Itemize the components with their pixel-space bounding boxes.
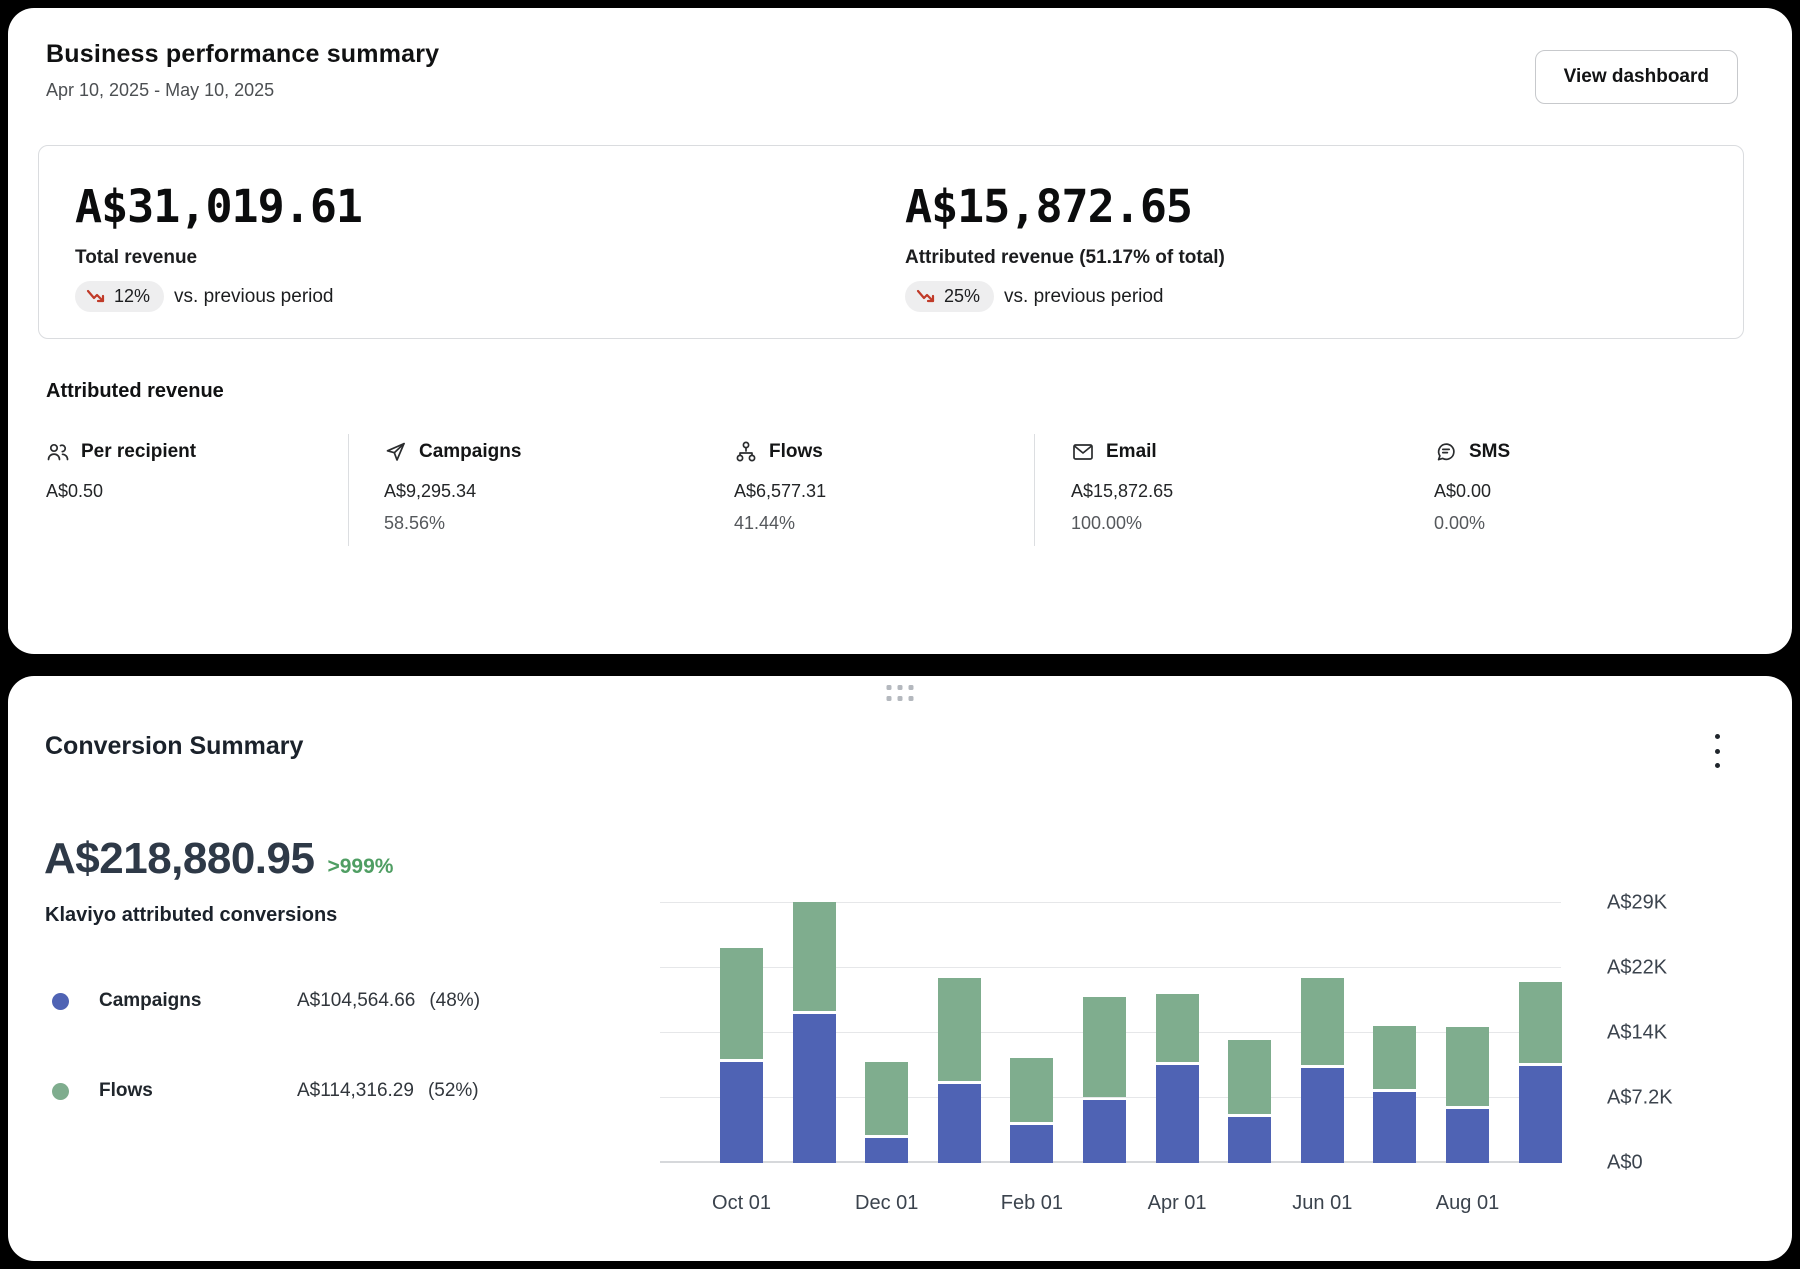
campaigns-label: Campaigns	[419, 441, 521, 463]
total-revenue-value: A$31,019.61	[75, 180, 362, 233]
bar-segment-flows[interactable]	[1373, 1026, 1416, 1089]
per-recipient-column: Per recipient A$0.50	[46, 440, 196, 502]
bar-segment-campaigns[interactable]	[1373, 1092, 1416, 1163]
sms-value: A$0.00	[1434, 481, 1510, 502]
legend-flows-value: A$114,316.29(52%)	[297, 1080, 479, 1102]
bar-segment-flows[interactable]	[1446, 1027, 1489, 1106]
trend-badge: 25%	[905, 281, 994, 312]
trend-down-icon	[916, 287, 937, 306]
bar-segment-flows[interactable]	[1301, 978, 1344, 1065]
y-axis-label: A$0	[1607, 1152, 1643, 1175]
email-value: A$15,872.65	[1071, 481, 1173, 502]
x-axis-label: Dec 01	[855, 1192, 918, 1215]
conversions-subtitle: Klaviyo attributed conversions	[45, 904, 337, 927]
bar-segment-campaigns[interactable]	[793, 1014, 836, 1163]
chart-legend: Campaigns A$104,564.66(48%) Flows A$114,…	[52, 986, 532, 1166]
attributed-revenue-value: A$15,872.65	[905, 180, 1225, 233]
campaigns-column: Campaigns A$9,295.34 58.56%	[384, 440, 521, 534]
bar-segment-campaigns[interactable]	[1083, 1100, 1126, 1163]
x-axis-label: Jun 01	[1292, 1192, 1352, 1215]
bar-segment-campaigns[interactable]	[1010, 1125, 1053, 1163]
x-axis-label: Oct 01	[712, 1192, 771, 1215]
bar-segment-campaigns[interactable]	[1519, 1066, 1562, 1163]
flows-column: Flows A$6,577.31 41.44%	[734, 440, 826, 534]
total-revenue-metric: A$31,019.61 Total revenue 12% vs. previo…	[75, 180, 362, 312]
trend-suffix: vs. previous period	[1004, 286, 1163, 308]
trend-down-icon	[86, 287, 107, 306]
bar-segment-flows[interactable]	[938, 978, 981, 1081]
y-axis-label: A$14K	[1607, 1022, 1667, 1045]
bar-segment-flows[interactable]	[1228, 1040, 1271, 1114]
bar-segment-flows[interactable]	[1519, 982, 1562, 1063]
bar-segment-flows[interactable]	[865, 1062, 908, 1135]
legend-campaigns-value: A$104,564.66(48%)	[297, 990, 480, 1012]
trend-suffix: vs. previous period	[174, 286, 333, 308]
bar-segment-flows[interactable]	[1010, 1058, 1053, 1122]
revenue-hero-panel: A$31,019.61 Total revenue 12% vs. previo…	[38, 145, 1744, 339]
column-divider	[1034, 434, 1035, 546]
trend-percent: 25%	[944, 286, 980, 307]
flows-label: Flows	[769, 441, 823, 463]
send-icon	[384, 440, 408, 464]
conversion-summary-title: Conversion Summary	[45, 732, 303, 761]
email-icon	[1071, 440, 1095, 464]
sms-percent: 0.00%	[1434, 513, 1510, 534]
kebab-menu-icon[interactable]	[1706, 734, 1728, 768]
y-axis-label: A$29K	[1607, 892, 1667, 915]
flows-color-dot	[52, 1083, 69, 1100]
bar-segment-campaigns[interactable]	[1228, 1117, 1271, 1163]
email-column: Email A$15,872.65 100.00%	[1071, 440, 1173, 534]
x-axis-label: Feb 01	[1001, 1192, 1063, 1215]
attributed-revenue-metric: A$15,872.65 Attributed revenue (51.17% o…	[905, 180, 1225, 312]
business-performance-title: Business performance summary	[46, 40, 439, 69]
trend-percent: 12%	[114, 286, 150, 307]
x-axis-label: Apr 01	[1148, 1192, 1207, 1215]
bar-segment-flows[interactable]	[793, 902, 836, 1011]
sms-icon	[1434, 440, 1458, 464]
campaigns-percent: 58.56%	[384, 513, 521, 534]
attributed-revenue-heading: Attributed revenue	[46, 380, 224, 403]
conversions-trend-percent: >999%	[327, 855, 393, 879]
flows-percent: 41.44%	[734, 513, 826, 534]
sms-column: SMS A$0.00 0.00%	[1434, 440, 1510, 534]
conversion-summary-card: Conversion Summary A$218,880.95 >999% Kl…	[8, 676, 1792, 1261]
bar-segment-flows[interactable]	[1083, 997, 1126, 1097]
date-range: Apr 10, 2025 - May 10, 2025	[46, 80, 274, 101]
drag-handle-icon[interactable]	[887, 685, 914, 701]
legend-item-campaigns[interactable]: Campaigns A$104,564.66(48%)	[52, 986, 532, 1018]
email-percent: 100.00%	[1071, 513, 1173, 534]
legend-item-flows[interactable]: Flows A$114,316.29(52%)	[52, 1076, 532, 1108]
per-recipient-value: A$0.50	[46, 481, 196, 502]
campaigns-color-dot	[52, 993, 69, 1010]
people-icon	[46, 440, 70, 464]
x-axis-label: Aug 01	[1436, 1192, 1499, 1215]
trend-badge: 12%	[75, 281, 164, 312]
bar-segment-campaigns[interactable]	[938, 1084, 981, 1163]
sms-label: SMS	[1469, 441, 1510, 463]
column-divider	[348, 434, 349, 546]
business-performance-card: Business performance summary Apr 10, 202…	[8, 8, 1792, 654]
flow-icon	[734, 440, 758, 464]
conversions-bar-chart: A$29KA$22KA$14KA$7.2KA$0Oct 01Dec 01Feb …	[660, 903, 1561, 1163]
attributed-revenue-label: Attributed revenue (51.17% of total)	[905, 247, 1225, 269]
flows-value: A$6,577.31	[734, 481, 826, 502]
bar-segment-campaigns[interactable]	[1301, 1068, 1344, 1163]
conversions-total-value: A$218,880.95	[44, 834, 314, 884]
bar-segment-flows[interactable]	[1156, 994, 1199, 1062]
per-recipient-label: Per recipient	[81, 441, 196, 463]
bar-segment-campaigns[interactable]	[720, 1062, 763, 1163]
bar-segment-campaigns[interactable]	[865, 1138, 908, 1163]
bar-segment-campaigns[interactable]	[1156, 1065, 1199, 1163]
bar-segment-flows[interactable]	[720, 948, 763, 1059]
total-revenue-label: Total revenue	[75, 247, 362, 269]
y-axis-label: A$7.2K	[1607, 1087, 1673, 1110]
y-axis-label: A$22K	[1607, 957, 1667, 980]
legend-campaigns-label: Campaigns	[99, 990, 201, 1012]
klaviyo-dashboard: Business performance summary Apr 10, 202…	[0, 0, 1800, 1269]
view-dashboard-button[interactable]: View dashboard	[1535, 50, 1738, 104]
campaigns-value: A$9,295.34	[384, 481, 521, 502]
legend-flows-label: Flows	[99, 1080, 153, 1102]
bar-segment-campaigns[interactable]	[1446, 1109, 1489, 1163]
email-label: Email	[1106, 441, 1157, 463]
